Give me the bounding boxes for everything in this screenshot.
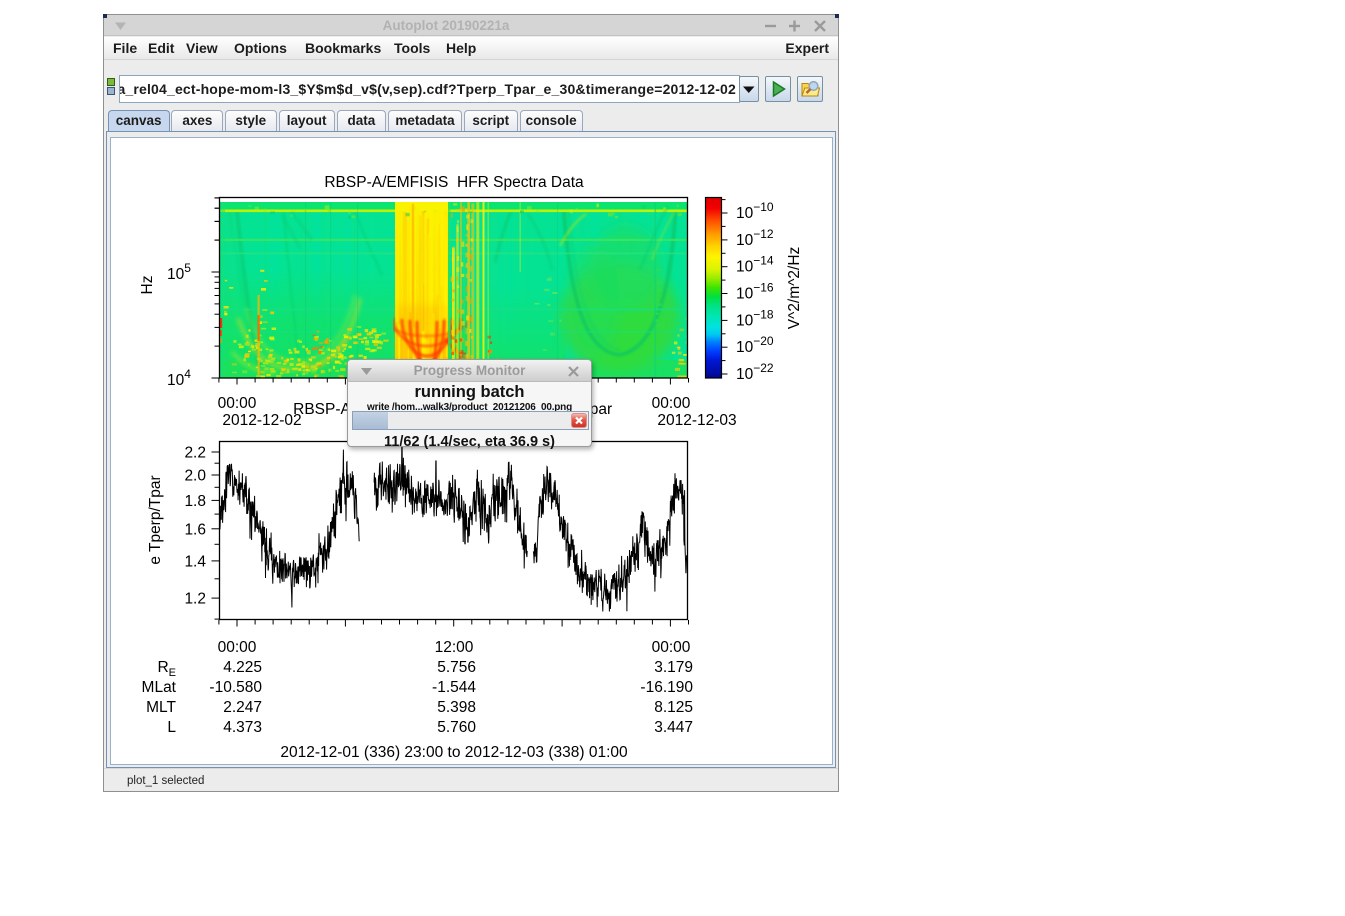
svg-text:3.447: 3.447 <box>654 719 693 736</box>
svg-text:RE: RE <box>157 659 176 679</box>
svg-text:2012-12-01 (336) 23:00 to 2012: 2012-12-01 (336) 23:00 to 2012-12-03 (33… <box>280 744 628 761</box>
svg-text:2.2: 2.2 <box>184 445 206 462</box>
svg-text:104: 104 <box>167 367 191 389</box>
svg-text:00:00: 00:00 <box>652 639 691 656</box>
svg-text:1.8: 1.8 <box>184 493 206 510</box>
svg-text:2012-12-02: 2012-12-02 <box>222 412 301 429</box>
svg-text:00:00: 00:00 <box>218 395 257 412</box>
svg-text:MLat: MLat <box>142 679 177 696</box>
svg-text:e Tperp/Tpar: e Tperp/Tpar <box>147 475 164 564</box>
svg-text:1.2: 1.2 <box>184 591 206 608</box>
svg-text:10−20: 10−20 <box>736 334 774 356</box>
svg-text:4.373: 4.373 <box>223 719 262 736</box>
svg-text:1.6: 1.6 <box>184 521 206 538</box>
svg-text:10−14: 10−14 <box>736 254 774 276</box>
svg-text:par: par <box>590 401 612 418</box>
svg-text:1.4: 1.4 <box>184 553 206 570</box>
svg-text:-16.190: -16.190 <box>640 679 693 696</box>
svg-text:V^2/m^2/Hz: V^2/m^2/Hz <box>786 247 803 330</box>
svg-text:5.398: 5.398 <box>437 699 476 716</box>
svg-text:8.125: 8.125 <box>654 699 693 716</box>
svg-text:RBSP-A/EMFISIS HFR Spectra Da: RBSP-A/EMFISIS HFR Spectra Data <box>324 174 584 191</box>
svg-text:105: 105 <box>167 261 191 283</box>
svg-text:5.756: 5.756 <box>437 659 476 676</box>
svg-text:MLT: MLT <box>146 699 176 716</box>
svg-text:4.225: 4.225 <box>223 659 262 676</box>
svg-text:Hz: Hz <box>139 276 156 295</box>
svg-text:L: L <box>167 719 176 736</box>
svg-text:-10.580: -10.580 <box>209 679 262 696</box>
svg-text:10−10: 10−10 <box>736 200 774 222</box>
svg-text:10−16: 10−16 <box>736 281 774 303</box>
svg-text:10−12: 10−12 <box>736 227 774 249</box>
svg-text:00:00: 00:00 <box>218 639 257 656</box>
svg-text:2.247: 2.247 <box>223 699 262 716</box>
svg-text:-1.544: -1.544 <box>432 679 476 696</box>
svg-text:2.0: 2.0 <box>184 467 206 484</box>
svg-text:RBSP-A: RBSP-A <box>293 401 351 418</box>
svg-text:10−18: 10−18 <box>736 307 774 329</box>
svg-text:5.760: 5.760 <box>437 719 476 736</box>
svg-text:10−22: 10−22 <box>736 361 774 383</box>
svg-text:3.179: 3.179 <box>654 659 693 676</box>
svg-text:2012-12-03: 2012-12-03 <box>657 412 736 429</box>
svg-text:00:00: 00:00 <box>652 395 691 412</box>
svg-text:12:00: 12:00 <box>435 639 474 656</box>
